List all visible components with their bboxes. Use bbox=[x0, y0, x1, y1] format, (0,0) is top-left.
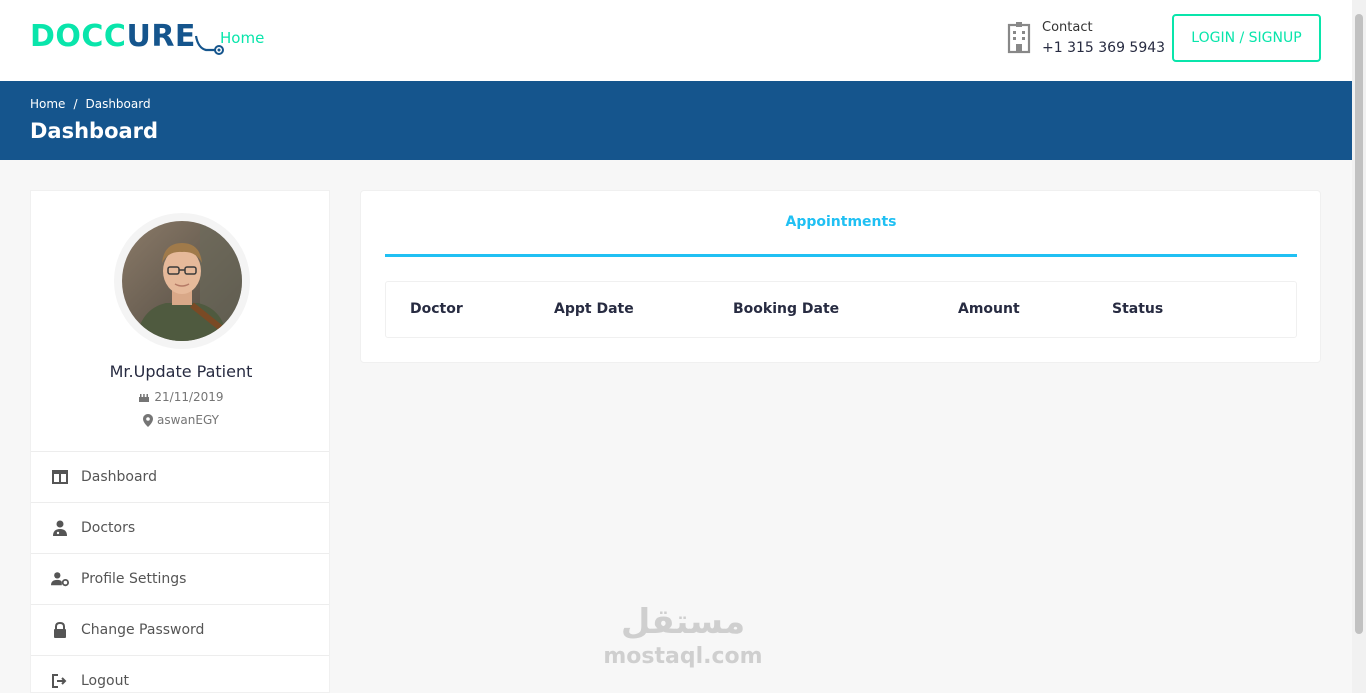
patient-name: Mr.Update Patient bbox=[109, 362, 253, 381]
breadcrumb: Home / Dashboard bbox=[30, 97, 151, 111]
patient-dob-value: 21/11/2019 bbox=[154, 390, 224, 404]
scrollbar-thumb[interactable] bbox=[1355, 14, 1363, 634]
patient-dob: 21/11/2019 bbox=[31, 390, 331, 404]
header-contact: Contact +1 315 369 5943 bbox=[1006, 18, 1165, 58]
breadcrumb-current: Dashboard bbox=[85, 97, 151, 111]
patient-location-value: aswanEGY bbox=[157, 413, 219, 427]
profile-sidebar: Mr.Update Patient 21/11/2019 aswanEGY Da… bbox=[30, 190, 330, 693]
watermark-english: mostaql.com bbox=[603, 644, 763, 669]
logo-wordmark: DOCCURE bbox=[30, 19, 196, 54]
birthday-cake-icon bbox=[139, 394, 150, 402]
contact-label: Contact bbox=[1042, 20, 1093, 35]
column-header-booking-date[interactable]: Booking Date bbox=[733, 301, 839, 317]
patient-location: aswanEGY bbox=[31, 413, 331, 427]
map-marker-icon bbox=[143, 413, 153, 427]
menu-item-logout[interactable]: Logout bbox=[31, 655, 329, 693]
site-header: DOCCURE Home Contact +1 315 369 5943 LOG… bbox=[0, 0, 1366, 81]
breadcrumb-separator: / bbox=[73, 97, 78, 111]
column-header-doctor[interactable]: Doctor bbox=[410, 301, 463, 317]
sign-out-icon bbox=[51, 672, 69, 690]
column-header-amount[interactable]: Amount bbox=[958, 301, 1020, 317]
breadcrumb-home[interactable]: Home bbox=[30, 97, 65, 111]
dashboard-menu: Dashboard Doctors Profile Settings Chang… bbox=[31, 451, 329, 693]
nav-home-link[interactable]: Home bbox=[220, 29, 264, 47]
login-signup-button[interactable]: LOGIN / SIGNUP bbox=[1172, 14, 1321, 62]
menu-item-doctors[interactable]: Doctors bbox=[31, 502, 329, 553]
menu-item-label: Change Password bbox=[81, 622, 205, 638]
page-scrollbar[interactable] bbox=[1352, 0, 1366, 693]
tab-appointments[interactable]: Appointments bbox=[385, 205, 1297, 257]
menu-item-label: Dashboard bbox=[81, 469, 157, 485]
column-header-status[interactable]: Status bbox=[1112, 301, 1163, 317]
menu-item-label: Doctors bbox=[81, 520, 136, 536]
lock-icon bbox=[51, 621, 69, 639]
page-title: Dashboard bbox=[30, 119, 159, 143]
menu-item-change-password[interactable]: Change Password bbox=[31, 604, 329, 655]
hospital-icon bbox=[1007, 22, 1031, 54]
appointments-card: Appointments Doctor Appt Date Booking Da… bbox=[360, 190, 1321, 363]
columns-icon bbox=[51, 468, 69, 486]
menu-item-label: Profile Settings bbox=[81, 571, 187, 587]
patient-photo bbox=[122, 221, 242, 341]
appointments-table: Doctor Appt Date Booking Date Amount Sta… bbox=[385, 281, 1297, 338]
breadcrumb-bar: Home / Dashboard Dashboard bbox=[0, 81, 1352, 160]
menu-item-profile-settings[interactable]: Profile Settings bbox=[31, 553, 329, 604]
user-md-icon bbox=[51, 519, 69, 537]
contact-phone[interactable]: +1 315 369 5943 bbox=[1042, 38, 1165, 58]
mostaql-watermark: مستقل mostaql.com bbox=[598, 598, 768, 668]
menu-item-dashboard[interactable]: Dashboard bbox=[31, 451, 329, 502]
watermark-arabic: مستقل bbox=[620, 602, 746, 642]
user-cog-icon bbox=[51, 570, 69, 588]
menu-item-label: Logout bbox=[81, 673, 129, 689]
avatar bbox=[122, 221, 242, 341]
avatar-frame bbox=[114, 213, 250, 349]
doccure-logo[interactable]: DOCCURE bbox=[30, 16, 224, 58]
column-header-appt-date[interactable]: Appt Date bbox=[554, 301, 634, 317]
